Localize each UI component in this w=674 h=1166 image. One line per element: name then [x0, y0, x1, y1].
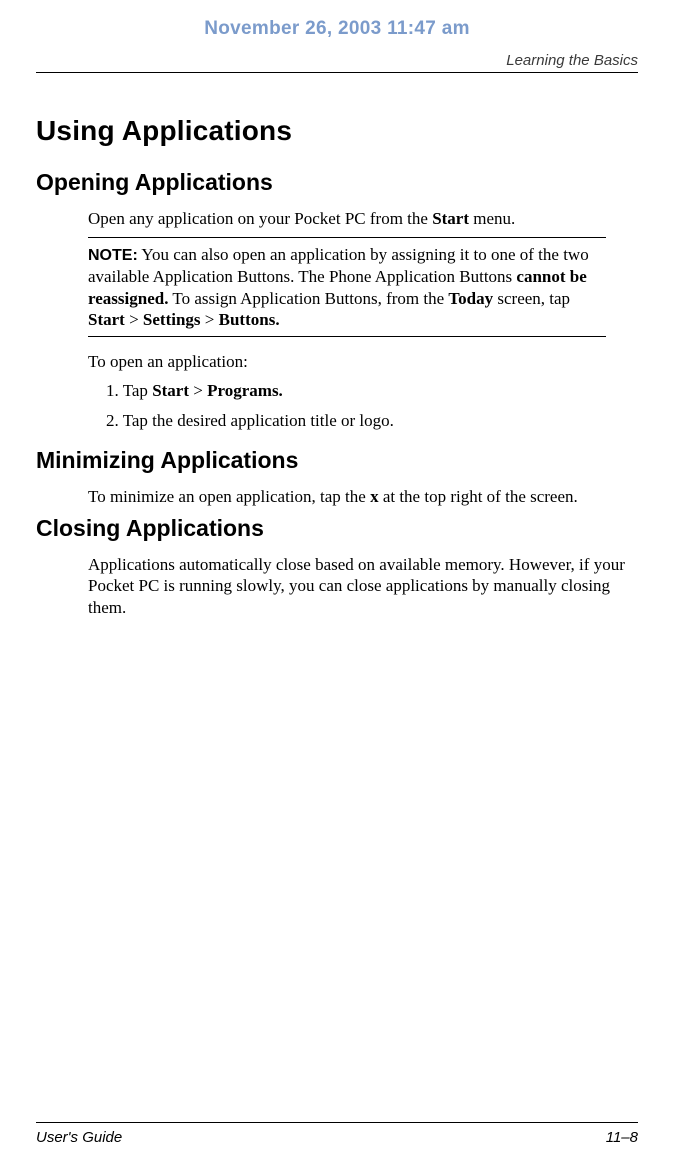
- heading-opening: Opening Applications: [36, 169, 638, 196]
- footer-right: 11–8: [606, 1129, 638, 1146]
- main-content: Using Applications Opening Applications …: [36, 115, 638, 1122]
- running-head: Learning the Basics: [36, 52, 638, 73]
- heading-minimizing: Minimizing Applications: [36, 447, 638, 474]
- step-1: 1. Tap Start > Programs.: [106, 380, 638, 401]
- opening-lead: To open an application:: [88, 351, 638, 372]
- closing-text: Applications automatically close based o…: [88, 554, 638, 618]
- note-text: NOTE: You can also open an application b…: [88, 244, 606, 330]
- minimizing-text: To minimize an open application, tap the…: [88, 486, 638, 507]
- draft-timestamp: November 26, 2003 11:47 am: [36, 18, 638, 40]
- footer-left: User's Guide: [36, 1129, 122, 1146]
- step-2: 2. Tap the desired application title or …: [106, 410, 638, 431]
- heading-closing: Closing Applications: [36, 515, 638, 542]
- page-title: Using Applications: [36, 115, 638, 147]
- page-footer: User's Guide 11–8: [36, 1122, 638, 1166]
- steps-list: 1. Tap Start > Programs. 2. Tap the desi…: [106, 380, 638, 431]
- opening-intro: Open any application on your Pocket PC f…: [88, 208, 638, 229]
- note-box: NOTE: You can also open an application b…: [88, 237, 606, 337]
